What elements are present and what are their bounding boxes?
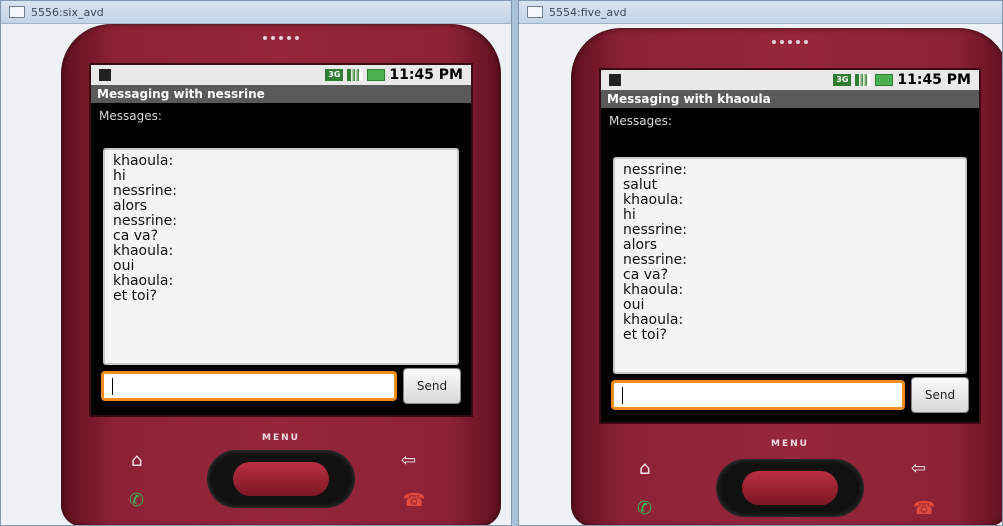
call-icon[interactable]: ✆ [129, 490, 144, 511]
trackball-ring[interactable] [207, 450, 355, 508]
phone-screen: 3G 11:45 PM Messaging with nessrine Mess… [89, 63, 473, 417]
phone-body: 3G 11:45 PM Messaging with khaoula Messa… [571, 28, 1002, 525]
menu-key[interactable]: MENU [771, 439, 809, 449]
message-line: hi [113, 168, 126, 184]
app-title: Messaging with nessrine [91, 85, 471, 103]
network-type-icon: 3G [833, 74, 852, 86]
messages-label: Messages: [609, 114, 672, 128]
home-icon[interactable]: ⌂ [131, 450, 142, 471]
message-line: ca va? [113, 228, 159, 244]
phone-body: 3G 11:45 PM Messaging with nessrine Mess… [61, 24, 501, 525]
compose-row: Send [101, 368, 461, 404]
trackball-center[interactable] [233, 462, 329, 496]
signal-icon [855, 74, 872, 86]
phone-screen: 3G 11:45 PM Messaging with khaoula Messa… [599, 68, 981, 424]
emulator-window-right: 5554:five_avd 3G 11:45 PM Messaging with… [518, 0, 1003, 526]
back-icon[interactable]: ⇦ [401, 450, 416, 471]
app-title: Messaging with khaoula [601, 90, 979, 108]
message-line: khaoula: [623, 192, 684, 208]
end-call-icon[interactable]: ☎ [913, 498, 935, 519]
text-caret [112, 378, 113, 395]
message-line: alors [623, 237, 658, 253]
window-icon [527, 6, 543, 18]
message-line: khaoula: [623, 312, 684, 328]
sim-icon [99, 69, 111, 81]
call-icon[interactable]: ✆ [637, 498, 652, 519]
speaker-grille [263, 36, 299, 40]
message-line: nessrine: [623, 162, 687, 178]
trackball-center[interactable] [742, 471, 838, 505]
window-icon [9, 6, 25, 18]
message-line: khaoula: [623, 282, 684, 298]
message-line: alors [113, 198, 148, 214]
message-line: oui [623, 297, 645, 313]
home-icon[interactable]: ⌂ [639, 458, 650, 479]
messages-label: Messages: [99, 109, 162, 123]
text-caret [622, 387, 623, 404]
back-icon[interactable]: ⇦ [911, 458, 926, 479]
battery-icon [875, 74, 894, 86]
battery-icon [367, 69, 386, 81]
status-bar: 3G 11:45 PM [91, 65, 471, 85]
emulator-client-area: 3G 11:45 PM Messaging with nessrine Mess… [1, 24, 511, 525]
status-time: 11:45 PM [389, 67, 463, 83]
send-button[interactable]: Send [911, 377, 969, 413]
status-time: 11:45 PM [897, 72, 971, 88]
message-line: nessrine: [113, 183, 177, 199]
window-title: 5554:five_avd [549, 5, 627, 19]
send-button[interactable]: Send [403, 368, 461, 404]
trackball-ring[interactable] [716, 459, 864, 517]
messages-list[interactable]: khaoula: hi nessrine: alors nessrine: ca… [103, 148, 459, 365]
message-input[interactable] [611, 380, 905, 410]
signal-icon [347, 69, 364, 81]
message-line: nessrine: [623, 252, 687, 268]
end-call-icon[interactable]: ☎ [403, 490, 425, 511]
message-line: salut [623, 177, 658, 193]
message-line: khaoula: [113, 153, 174, 169]
network-type-icon: 3G [325, 69, 344, 81]
message-line: khaoula: [113, 243, 174, 259]
window-titlebar[interactable]: 5556:six_avd [1, 1, 511, 24]
messages-list[interactable]: nessrine: salut khaoula: hi nessrine: al… [613, 157, 967, 374]
sim-icon [609, 74, 621, 86]
speaker-grille [772, 40, 808, 44]
message-line: et toi? [113, 288, 157, 304]
compose-row: Send [611, 377, 969, 413]
message-line: nessrine: [623, 222, 687, 238]
message-line: nessrine: [113, 213, 177, 229]
message-line: khaoula: [113, 273, 174, 289]
menu-key[interactable]: MENU [262, 433, 300, 443]
status-bar: 3G 11:45 PM [601, 70, 979, 90]
message-input[interactable] [101, 371, 397, 401]
emulator-window-left: 5556:six_avd 3G 11:45 PM Messaging with … [0, 0, 512, 526]
message-line: hi [623, 207, 636, 223]
message-line: et toi? [623, 327, 667, 343]
window-titlebar[interactable]: 5554:five_avd [519, 1, 1002, 24]
window-title: 5556:six_avd [31, 5, 104, 19]
message-line: ca va? [623, 267, 669, 283]
emulator-client-area: 3G 11:45 PM Messaging with khaoula Messa… [519, 24, 1002, 525]
message-line: oui [113, 258, 135, 274]
